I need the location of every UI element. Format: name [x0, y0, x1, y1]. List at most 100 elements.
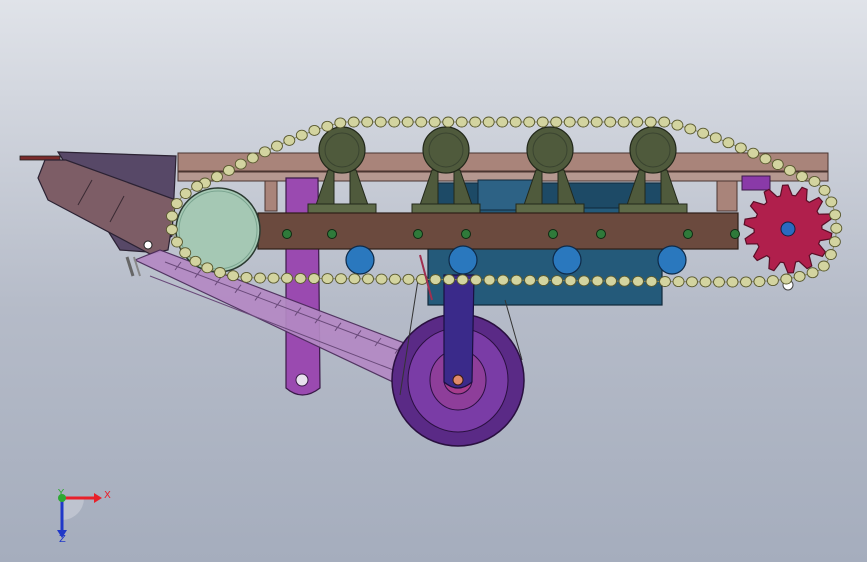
bolt-3 [413, 229, 423, 239]
idler-wheel [175, 187, 261, 273]
chain-link [780, 273, 793, 285]
chain-link [191, 180, 204, 192]
chain-link [165, 224, 178, 236]
chain-link [617, 116, 630, 128]
chain-link [818, 184, 831, 196]
chain-link [564, 275, 577, 287]
chain-link [825, 196, 838, 208]
bolt-2 [327, 229, 337, 239]
chain-link [201, 262, 214, 274]
bolt-6 [596, 229, 606, 239]
chain-link [578, 275, 590, 287]
chain-link [697, 127, 710, 139]
chain-link [271, 140, 283, 152]
chain-link [456, 274, 469, 286]
chain-link [308, 273, 320, 284]
cad-viewport[interactable]: X Y Z [0, 0, 867, 562]
chain-link [258, 146, 271, 158]
roller-2 [448, 245, 478, 275]
chain-link [830, 222, 843, 234]
chain-link [577, 116, 590, 128]
chain-link [415, 116, 428, 128]
chain-link [806, 267, 819, 279]
robot-assembly-drawing: X Y Z [19, 116, 843, 545]
chain-link [254, 272, 266, 284]
chain-link [618, 275, 631, 287]
chain-link [631, 116, 644, 128]
chain-link [828, 236, 841, 248]
chain-link [726, 276, 739, 288]
chain-link [740, 276, 752, 288]
chain-link [734, 142, 747, 154]
chain-link [389, 273, 401, 285]
chain-link [509, 116, 522, 128]
chain-link [348, 273, 361, 285]
chain-link [709, 132, 722, 144]
coordinate-triad: X Y Z [57, 488, 111, 545]
chain-link [563, 116, 576, 128]
chain-link [659, 276, 671, 287]
chain-link [483, 274, 496, 286]
chain-link [771, 159, 784, 170]
chain-link [295, 129, 308, 141]
chain-link [747, 147, 760, 159]
chain-link [605, 275, 617, 287]
chain-link [496, 116, 509, 128]
chain-link [551, 275, 563, 287]
chain-link [374, 116, 387, 128]
chain-link [214, 267, 226, 278]
chain-link [470, 274, 482, 286]
chain-link [632, 275, 644, 287]
chain-link [211, 171, 223, 183]
chain-link [308, 124, 321, 136]
chain-link [443, 274, 455, 286]
front-scoop [19, 151, 177, 255]
chain-link [686, 276, 698, 288]
chain-link [524, 274, 536, 286]
chain-link [482, 116, 495, 128]
chain-link [321, 273, 334, 285]
bolt-4 [461, 229, 471, 239]
chain-link [267, 272, 280, 284]
chain-link [590, 116, 603, 128]
chain-link [783, 164, 796, 176]
chain-link [824, 249, 837, 260]
chain-link [550, 116, 563, 128]
chain-link [166, 210, 178, 222]
chain-link [644, 116, 657, 128]
chain-link [227, 270, 240, 282]
chain-link [753, 276, 766, 287]
chain-link [766, 275, 779, 287]
chain-link [713, 276, 725, 288]
chain-link [699, 276, 712, 288]
chain-link [537, 275, 550, 286]
chain-link [222, 164, 235, 176]
chain-link [829, 209, 842, 221]
chain-link [171, 236, 183, 248]
chain-link [442, 116, 455, 128]
chain-link [283, 134, 296, 146]
chain-link [604, 116, 617, 128]
chain-link [510, 274, 523, 286]
chain-link [234, 158, 247, 170]
bolt-1 [282, 229, 292, 239]
chain-link [817, 260, 830, 272]
chain-link [402, 273, 415, 285]
chain-link [294, 272, 307, 284]
roller-4 [657, 245, 687, 275]
chain-link [536, 116, 549, 128]
chain-link [808, 175, 821, 187]
bolt-5 [548, 229, 558, 239]
chain-link [672, 276, 685, 288]
chain-link [179, 188, 192, 199]
chain-link [170, 198, 183, 210]
chain-link [361, 116, 374, 128]
main-beam [257, 212, 740, 250]
chain-link [375, 273, 388, 285]
chain-link [401, 116, 414, 128]
chain-link [388, 116, 401, 128]
roller-1 [345, 245, 375, 275]
chain-link [246, 152, 259, 164]
chain-link [722, 137, 735, 149]
chain-link [428, 116, 441, 128]
